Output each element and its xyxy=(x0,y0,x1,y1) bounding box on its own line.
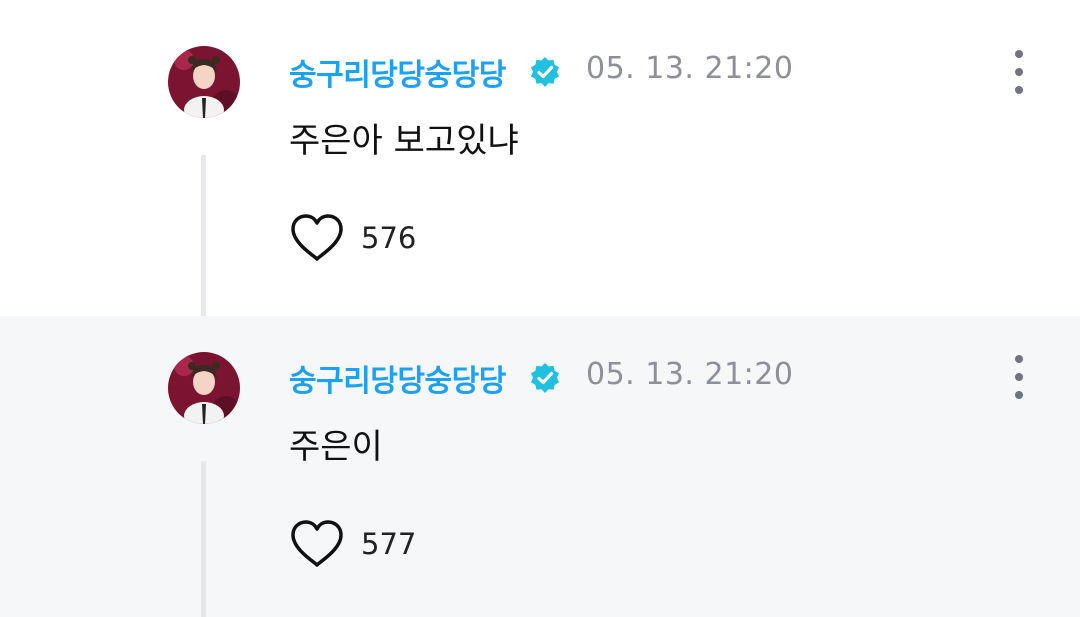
timestamp: 05. 13. 21:20 xyxy=(586,357,794,392)
thread-line xyxy=(201,155,206,316)
author-name[interactable]: 숭구리당당숭당당 xyxy=(289,356,506,400)
like-count: 576 xyxy=(361,221,417,255)
comment-text: 주은아 보고있냐 xyxy=(289,121,519,161)
more-vertical-icon[interactable] xyxy=(1004,355,1034,399)
avatar[interactable] xyxy=(168,46,240,118)
verified-check-icon xyxy=(531,57,559,87)
like-count: 577 xyxy=(361,527,417,561)
comment-text: 주은이 xyxy=(289,427,383,467)
thread-line xyxy=(201,461,206,617)
author-name[interactable]: 숭구리당당숭당당 xyxy=(289,50,506,94)
comment-item: 숭구리당당숭당당 05. 13. 21:20 주은아 보고있냐 576 xyxy=(0,0,1080,316)
heart-outline-icon[interactable] xyxy=(289,213,345,263)
heart-outline-icon[interactable] xyxy=(289,519,345,569)
verified-check-icon xyxy=(531,363,559,393)
like-button[interactable]: 577 xyxy=(289,519,416,569)
avatar[interactable] xyxy=(168,352,240,424)
like-button[interactable]: 576 xyxy=(289,213,416,263)
comment-item: 숭구리당당숭당당 05. 13. 21:20 주은이 577 xyxy=(0,316,1080,617)
timestamp: 05. 13. 21:20 xyxy=(586,51,794,86)
more-vertical-icon[interactable] xyxy=(1004,50,1034,94)
